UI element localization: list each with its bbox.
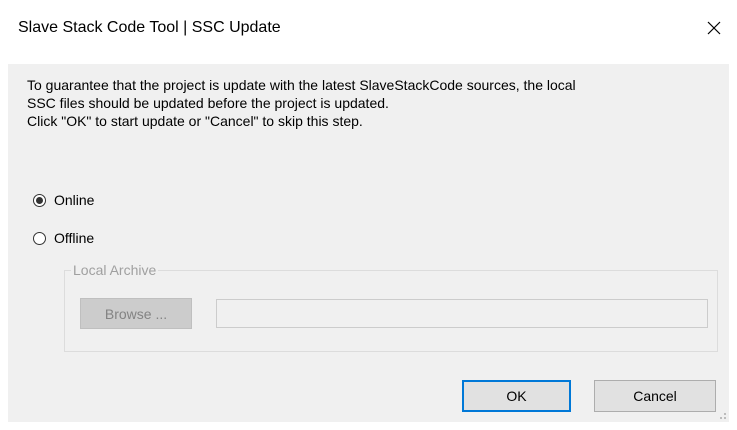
online-radio-option[interactable]: Online bbox=[33, 192, 94, 208]
offline-radio-label[interactable]: Offline bbox=[54, 230, 94, 246]
ok-button[interactable]: OK bbox=[462, 380, 571, 412]
message-line-3: Click "OK" to start update or "Cancel" t… bbox=[27, 113, 363, 129]
message-line-2: SSC files should be updated before the p… bbox=[27, 95, 389, 111]
close-button[interactable] bbox=[691, 8, 737, 48]
archive-path-input[interactable] bbox=[216, 299, 708, 328]
cancel-button[interactable]: Cancel bbox=[594, 380, 716, 412]
message-line-1: To guarantee that the project is update … bbox=[27, 77, 576, 93]
close-icon bbox=[707, 21, 721, 35]
online-radio-button[interactable] bbox=[33, 193, 46, 207]
radio-selected-dot bbox=[36, 196, 43, 204]
offline-radio-option[interactable]: Offline bbox=[33, 230, 94, 246]
local-archive-group: Local Archive Browse ... bbox=[64, 262, 718, 352]
resize-grip-icon[interactable] bbox=[715, 408, 727, 420]
online-radio-label[interactable]: Online bbox=[54, 192, 94, 208]
window-title: Slave Stack Code Tool | SSC Update bbox=[18, 19, 281, 36]
dialog-client-area: To guarantee that the project is update … bbox=[8, 64, 729, 422]
instruction-message: To guarantee that the project is update … bbox=[27, 76, 727, 130]
title-bar[interactable]: Slave Stack Code Tool | SSC Update bbox=[0, 0, 737, 64]
local-archive-legend: Local Archive bbox=[71, 262, 159, 278]
dialog-window: Slave Stack Code Tool | SSC Update To gu… bbox=[0, 0, 737, 430]
browse-button[interactable]: Browse ... bbox=[80, 298, 192, 329]
offline-radio-button[interactable] bbox=[33, 231, 46, 245]
